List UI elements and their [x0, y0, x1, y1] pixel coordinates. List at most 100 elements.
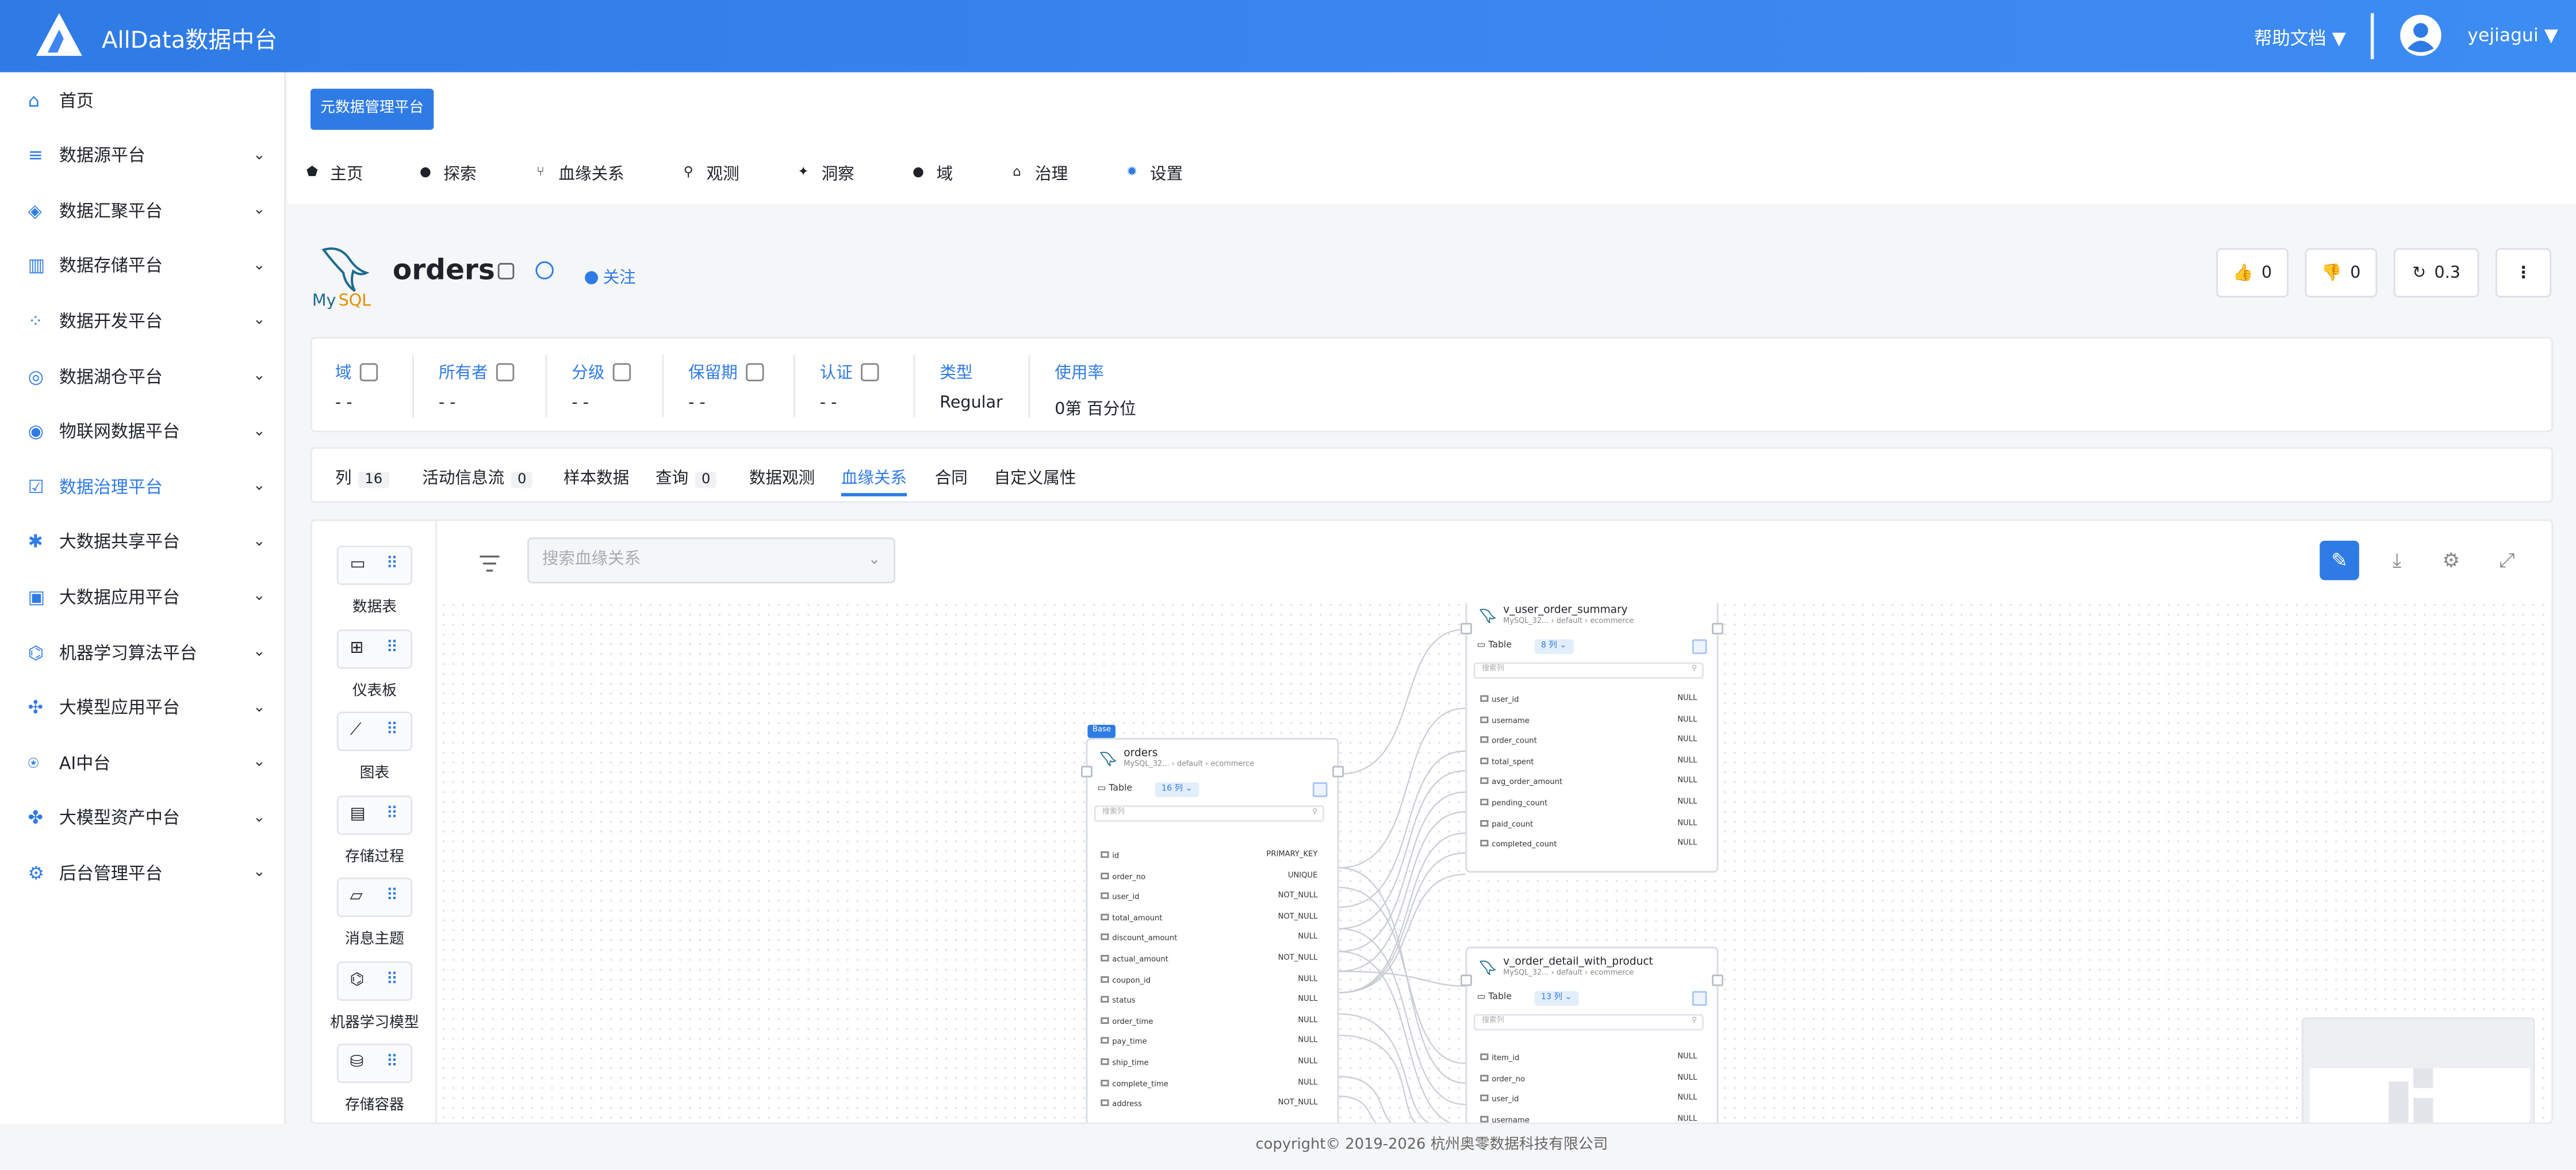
- lineage-node-orders[interactable]: Base orders MySQL_32... › default › ecomme…: [1081, 725, 1344, 1123]
- edit-icon[interactable]: [612, 363, 631, 381]
- right-handle[interactable]: [1332, 766, 1344, 778]
- column-filter-icon[interactable]: [1692, 639, 1707, 655]
- tab-7[interactable]: 自定义属性: [994, 464, 1076, 488]
- more-options-button[interactable]: ⋮: [2496, 248, 2552, 298]
- drag-grip-icon[interactable]: ⠿: [386, 888, 398, 907]
- column-row[interactable]: actual_amount NOT_NULL: [1101, 955, 1317, 976]
- nav-item[interactable]: ⑂ 血缘关系: [532, 159, 624, 184]
- column-row[interactable]: user_id NOT_NULL: [1101, 892, 1317, 913]
- column-count-dropdown[interactable]: 13 列 ⌄: [1534, 991, 1578, 1006]
- lineage-minimap[interactable]: [2301, 1017, 2535, 1123]
- lineage-search-select[interactable]: 搜索血缘关系 ⌄: [527, 537, 896, 584]
- column-row[interactable]: address NOT_NULL: [1101, 1099, 1317, 1121]
- column-row[interactable]: coupon_id NULL: [1101, 975, 1317, 996]
- column-filter-icon[interactable]: [1692, 991, 1707, 1006]
- alldata-logo-icon[interactable]: [33, 10, 85, 59]
- drag-grip-icon[interactable]: ⠿: [386, 970, 398, 990]
- column-row[interactable]: pending_count NULL: [1480, 798, 1697, 820]
- location-icon[interactable]: [535, 261, 554, 280]
- column-row[interactable]: discount_amount NULL: [1101, 934, 1317, 955]
- column-row[interactable]: paid_count NULL: [1480, 819, 1697, 840]
- column-row[interactable]: complete_time NULL: [1101, 1079, 1317, 1100]
- right-handle[interactable]: [1712, 974, 1724, 987]
- copy-icon[interactable]: [497, 263, 515, 280]
- palette-item[interactable]: ⟋ ⠿: [336, 712, 413, 751]
- sidebar-item[interactable]: ⁘ 数据开发平台 ⌄: [0, 296, 286, 346]
- column-row[interactable]: total_amount NOT_NULL: [1101, 913, 1317, 934]
- column-count-dropdown[interactable]: 8 列 ⌄: [1534, 639, 1573, 655]
- column-row[interactable]: avg_order_amount NULL: [1480, 778, 1697, 799]
- nav-item[interactable]: ✹ 设置: [1124, 159, 1183, 184]
- nav-item[interactable]: ● 域: [910, 159, 953, 184]
- column-row[interactable]: id PRIMARY_KEY: [1101, 851, 1317, 872]
- download-button[interactable]: ⤓: [2377, 541, 2417, 580]
- thumbs-down-button[interactable]: 👎 0: [2305, 248, 2378, 298]
- column-search-input[interactable]: 搜索列 ⚲: [1473, 662, 1704, 679]
- column-row[interactable]: username NULL: [1480, 1115, 1697, 1122]
- nav-item[interactable]: ⚲ 观测: [680, 159, 739, 184]
- edit-icon[interactable]: [746, 363, 764, 381]
- palette-item[interactable]: ▭ ⠿: [336, 545, 413, 586]
- sidebar-item[interactable]: ⌬ 机器学习算法平台 ⌄: [0, 628, 286, 677]
- sidebar-item[interactable]: ✣ 大模型应用平台 ⌄: [0, 683, 286, 732]
- palette-item[interactable]: ⊞ ⠿: [336, 628, 413, 668]
- tab-5[interactable]: 血缘关系: [841, 464, 907, 496]
- tab-0[interactable]: 列 16: [335, 464, 389, 488]
- nav-item[interactable]: ⌂ 治理: [1009, 159, 1068, 184]
- column-row[interactable]: user_id NULL: [1480, 695, 1697, 716]
- drag-grip-icon[interactable]: ⠿: [386, 1053, 398, 1073]
- nav-item[interactable]: ● 探索: [417, 159, 477, 184]
- left-handle[interactable]: [1460, 622, 1472, 634]
- drag-grip-icon[interactable]: ⠿: [386, 638, 398, 658]
- palette-item[interactable]: ⌬ ⠿: [336, 961, 413, 1000]
- lineage-node-user-order-summary[interactable]: v_user_order_summary MySQL_32... › defaul…: [1460, 595, 1724, 873]
- column-row[interactable]: total_spent NULL: [1480, 757, 1697, 778]
- right-handle[interactable]: [1712, 622, 1724, 634]
- settings-button[interactable]: ⚙: [2432, 541, 2471, 580]
- sidebar-item[interactable]: ⚙ 后台管理平台 ⌄: [0, 848, 286, 898]
- sidebar-item[interactable]: ▣ 大数据应用平台 ⌄: [0, 572, 286, 622]
- column-filter-icon[interactable]: [1312, 782, 1328, 797]
- tab-6[interactable]: 合同: [935, 464, 968, 488]
- sidebar-item[interactable]: ⌂ 首页: [0, 75, 286, 125]
- column-row[interactable]: username NULL: [1480, 716, 1697, 737]
- sidebar-item[interactable]: ⍟ AI中台 ⌄: [0, 738, 286, 787]
- tab-4[interactable]: 数据观测: [749, 464, 815, 488]
- lineage-node-order-detail-with-product[interactable]: v_order_detail_with_product MySQL_32... ›…: [1460, 946, 1724, 1123]
- column-search-input[interactable]: 搜索列 ⚲: [1094, 805, 1324, 822]
- sidebar-item[interactable]: ◈ 数据汇聚平台 ⌄: [0, 186, 286, 235]
- app-title[interactable]: AllData数据中台: [102, 23, 277, 56]
- user-menu[interactable]: yejiagui ▼: [2467, 25, 2558, 46]
- filter-icon[interactable]: [480, 555, 500, 572]
- tab-3[interactable]: 查询 0: [656, 464, 717, 488]
- column-count-dropdown[interactable]: 16 列 ⌄: [1155, 782, 1199, 797]
- column-row[interactable]: user_id NULL: [1480, 1095, 1697, 1115]
- palette-item[interactable]: ▤ ⠿: [336, 794, 413, 834]
- sidebar-item[interactable]: ◎ 数据湖仓平台 ⌄: [0, 351, 286, 401]
- sidebar-item[interactable]: ✤ 大模型资产中台 ⌄: [0, 793, 286, 843]
- column-row[interactable]: order_time NULL: [1101, 1016, 1317, 1038]
- tab-2[interactable]: 样本数据: [564, 464, 629, 488]
- sidebar-item[interactable]: ◉ 物联网数据平台 ⌄: [0, 407, 286, 456]
- sidebar-item[interactable]: ≡ 数据源平台 ⌄: [0, 131, 286, 180]
- edit-icon[interactable]: [496, 363, 515, 381]
- drag-grip-icon[interactable]: ⠿: [386, 721, 398, 741]
- column-row[interactable]: order_no UNIQUE: [1101, 871, 1317, 893]
- column-search-input[interactable]: 搜索列 ⚲: [1473, 1014, 1704, 1031]
- sidebar-item[interactable]: ▥ 数据存储平台 ⌄: [0, 241, 286, 290]
- fullscreen-button[interactable]: ⤢: [2487, 541, 2527, 580]
- sidebar-item[interactable]: ☑ 数据治理平台 ⌄: [0, 462, 286, 511]
- nav-item[interactable]: ✦ 洞察: [795, 159, 854, 184]
- help-docs-menu[interactable]: 帮助文档 ▼: [2254, 25, 2346, 51]
- edit-lineage-button[interactable]: ✎: [2320, 541, 2359, 580]
- column-row[interactable]: order_no NULL: [1480, 1074, 1697, 1095]
- edit-icon[interactable]: [861, 363, 879, 381]
- user-avatar[interactable]: [2400, 14, 2441, 56]
- left-handle[interactable]: [1460, 974, 1472, 987]
- column-row[interactable]: pay_time NULL: [1101, 1037, 1317, 1058]
- follow-button[interactable]: 关注: [585, 263, 636, 288]
- drag-grip-icon[interactable]: ⠿: [386, 805, 398, 824]
- nav-item[interactable]: ⬟ 主页: [304, 159, 363, 184]
- column-row[interactable]: order_count NULL: [1480, 736, 1697, 758]
- palette-item[interactable]: ⛁ ⠿: [336, 1043, 413, 1083]
